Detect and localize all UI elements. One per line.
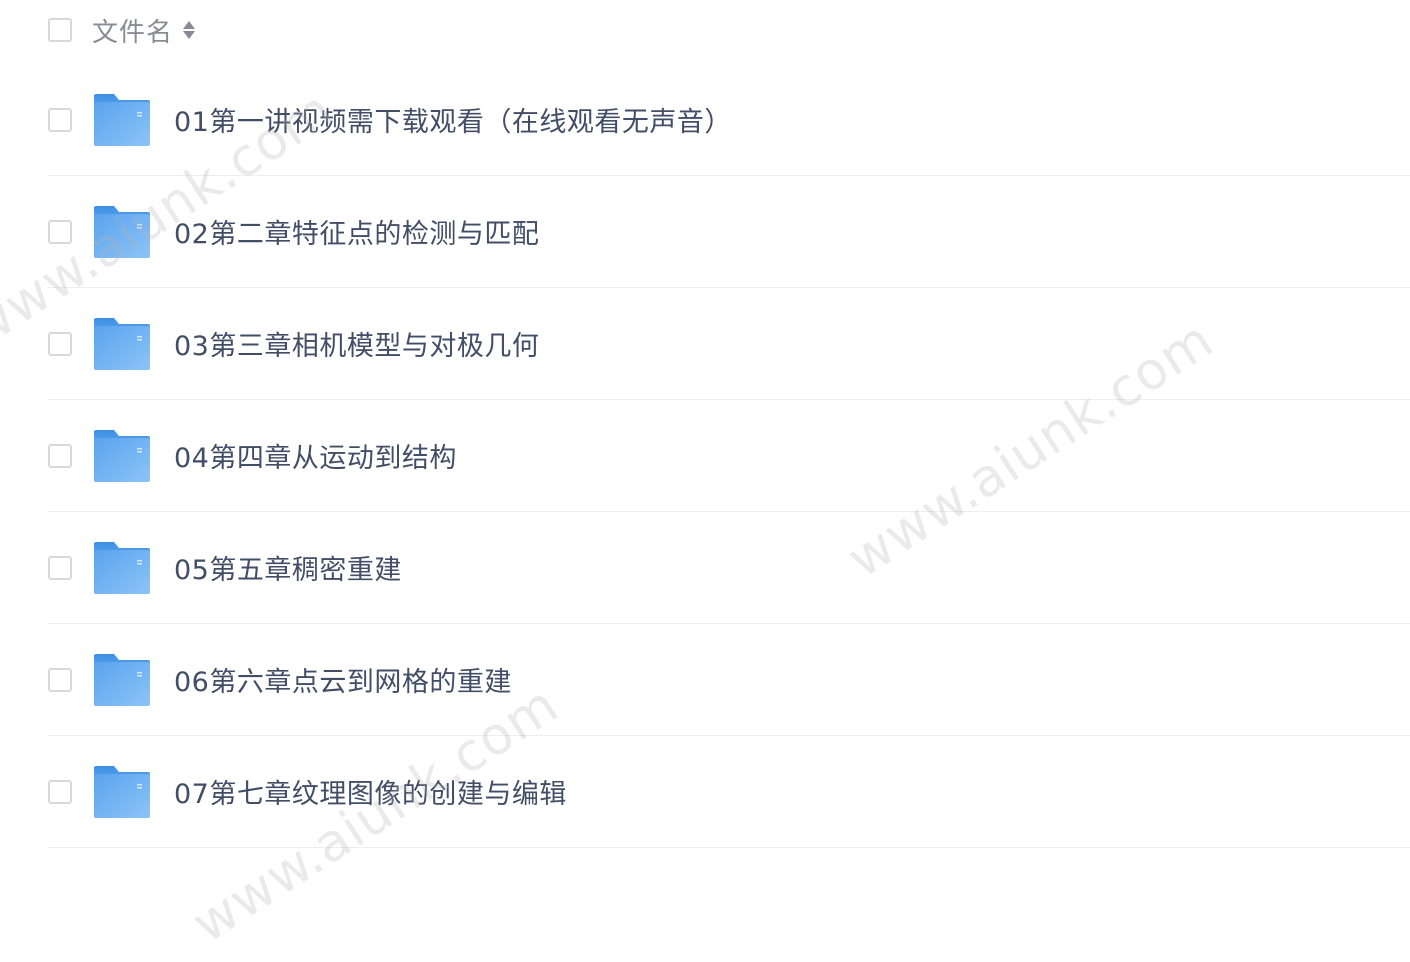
row-checkbox[interactable]	[48, 443, 72, 468]
file-list-page: 文件名 01第一讲视频需下载观看（在线观看无声音） 02第二章特征点的检测与匹配…	[0, 0, 1410, 962]
file-name[interactable]: 07第七章纹理图像的创建与编辑	[174, 772, 567, 811]
sort-icon[interactable]	[183, 18, 196, 42]
folder-icon	[92, 92, 152, 148]
row-checkbox[interactable]	[48, 107, 72, 132]
list-item[interactable]: 06第六章点云到网格的重建	[48, 624, 1410, 736]
column-header-filename[interactable]: 文件名	[92, 12, 173, 49]
file-list: 01第一讲视频需下载观看（在线观看无声音） 02第二章特征点的检测与匹配 03第…	[48, 64, 1410, 848]
row-checkbox[interactable]	[48, 555, 72, 580]
file-name[interactable]: 06第六章点云到网格的重建	[174, 660, 512, 699]
folder-icon	[92, 316, 152, 372]
select-all-checkbox[interactable]	[48, 18, 72, 42]
folder-icon	[92, 764, 152, 820]
list-item[interactable]: 01第一讲视频需下载观看（在线观看无声音）	[48, 64, 1410, 176]
row-checkbox[interactable]	[48, 219, 72, 244]
list-header: 文件名	[48, 0, 196, 60]
file-name[interactable]: 03第三章相机模型与对极几何	[174, 324, 539, 363]
folder-icon	[92, 428, 152, 484]
sort-descending-icon	[183, 31, 196, 39]
row-checkbox[interactable]	[48, 779, 72, 804]
folder-icon	[92, 540, 152, 596]
folder-icon	[92, 652, 152, 708]
row-checkbox[interactable]	[48, 331, 72, 356]
file-name[interactable]: 02第二章特征点的检测与匹配	[174, 212, 539, 251]
list-item[interactable]: 05第五章稠密重建	[48, 512, 1410, 624]
list-item[interactable]: 03第三章相机模型与对极几何	[48, 288, 1410, 400]
sort-ascending-icon	[183, 21, 196, 29]
file-name[interactable]: 05第五章稠密重建	[174, 548, 402, 587]
folder-icon	[92, 204, 152, 260]
file-name[interactable]: 04第四章从运动到结构	[174, 436, 457, 475]
list-item[interactable]: 04第四章从运动到结构	[48, 400, 1410, 512]
file-name[interactable]: 01第一讲视频需下载观看（在线观看无声音）	[174, 100, 732, 139]
list-item[interactable]: 07第七章纹理图像的创建与编辑	[48, 736, 1410, 848]
list-item[interactable]: 02第二章特征点的检测与匹配	[48, 176, 1410, 288]
row-checkbox[interactable]	[48, 667, 72, 692]
